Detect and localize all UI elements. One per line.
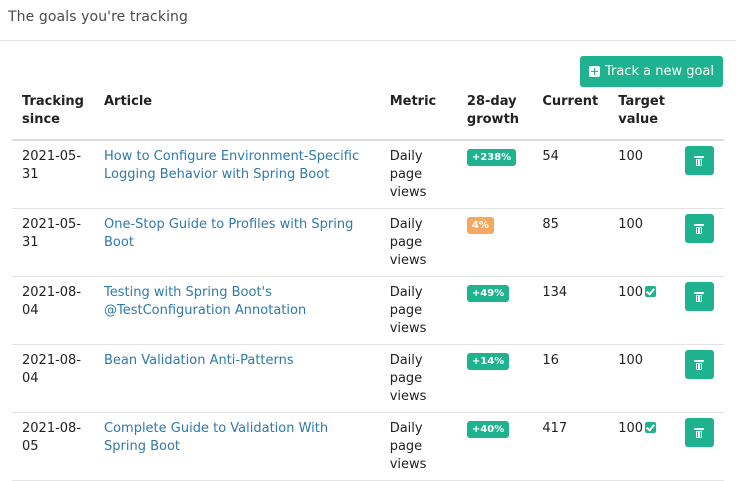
growth-cell: 4%: [456, 208, 533, 277]
column-header-actions: [674, 91, 724, 141]
target-value: 100: [618, 217, 644, 232]
delete-goal-button[interactable]: [684, 146, 714, 175]
growth-cell: +49%: [456, 276, 533, 345]
trash-icon: [694, 156, 705, 166]
article-link[interactable]: Testing with Spring Boot's @TestConfigur…: [104, 285, 306, 318]
growth-badge: 4%: [466, 217, 494, 234]
table-row: 2021-05-31 One-Stop Guide to Profiles wit…: [12, 208, 724, 277]
article-cell: One-Stop Guide to Profiles with Spring B…: [94, 208, 380, 277]
delete-goal-button[interactable]: [684, 350, 714, 379]
delete-goal-button[interactable]: [684, 282, 714, 311]
actions-cell: [674, 208, 724, 277]
actions-cell: [674, 412, 724, 481]
track-new-goal-button[interactable]: Track a new goal: [579, 56, 723, 87]
article-link[interactable]: One-Stop Guide to Profiles with Spring B…: [104, 217, 353, 250]
metric-cell: Daily page views: [379, 140, 457, 209]
growth-badge: +40%: [466, 421, 510, 438]
goals-table: Tracking since Article Metric 28-day gro…: [12, 91, 724, 481]
article-cell: Bean Validation Anti-Patterns: [94, 344, 380, 413]
growth-cell: +40%: [456, 412, 533, 481]
target-value-cell: 100: [608, 344, 675, 413]
target-value-cell: 100: [608, 276, 675, 345]
target-value: 100: [618, 149, 644, 164]
target-value: 100: [618, 353, 644, 368]
article-link[interactable]: Bean Validation Anti-Patterns: [104, 353, 294, 368]
page-header: The goals you're tracking: [0, 0, 736, 41]
article-cell: How to Configure Environment-Specific Lo…: [94, 140, 380, 209]
metric-cell: Daily page views: [379, 412, 457, 481]
current-value-cell: 16: [532, 344, 609, 413]
table-row: 2021-08-05 Complete Guide to Validation W…: [12, 412, 724, 481]
current-value-cell: 85: [532, 208, 609, 277]
checkmark-icon: [645, 422, 657, 433]
actions-cell: [674, 344, 724, 413]
actions-cell: [674, 276, 724, 345]
target-value-cell: 100: [608, 208, 675, 277]
trash-icon: [694, 224, 705, 234]
tracking-since-cell: 2021-05-31: [12, 140, 94, 209]
article-link[interactable]: Complete Guide to Validation With Spring…: [104, 421, 328, 454]
current-value-cell: 54: [532, 140, 609, 209]
trash-icon: [694, 292, 705, 302]
delete-goal-button[interactable]: [684, 214, 714, 243]
column-header-target-value: Target value: [608, 91, 675, 141]
growth-badge: +238%: [466, 149, 517, 166]
column-header-tracking-since: Tracking since: [12, 91, 94, 141]
current-value-cell: 417: [532, 412, 609, 481]
tracking-since-cell: 2021-08-04: [12, 344, 94, 413]
plus-square-icon: [588, 66, 600, 77]
growth-cell: +14%: [456, 344, 533, 413]
table-row: 2021-08-04 Testing with Spring Boot's @Te…: [12, 276, 724, 345]
article-cell: Testing with Spring Boot's @TestConfigur…: [94, 276, 380, 345]
table-row: 2021-08-04 Bean Validation Anti-Patterns D…: [12, 344, 724, 413]
target-value-cell: 100: [608, 140, 675, 209]
target-value: 100: [618, 285, 644, 300]
growth-badge: +14%: [466, 353, 510, 370]
tracking-since-cell: 2021-05-31: [12, 208, 94, 277]
tracking-since-cell: 2021-08-04: [12, 276, 94, 345]
column-header-current: Current: [532, 91, 609, 141]
column-header-metric: Metric: [379, 91, 457, 141]
article-cell: Complete Guide to Validation With Spring…: [94, 412, 380, 481]
checkmark-icon: [645, 286, 657, 297]
delete-goal-button[interactable]: [684, 418, 714, 447]
growth-cell: +238%: [456, 140, 533, 209]
target-value: 100: [618, 421, 644, 436]
goals-table-body: 2021-05-31 How to Configure Environment-S…: [12, 140, 724, 481]
target-value-cell: 100: [608, 412, 675, 481]
current-value-cell: 134: [532, 276, 609, 345]
table-row: 2021-05-31 How to Configure Environment-S…: [12, 140, 724, 209]
growth-badge: +49%: [466, 285, 510, 302]
metric-cell: Daily page views: [379, 208, 457, 277]
column-header-growth: 28-day growth: [456, 91, 533, 141]
article-link[interactable]: How to Configure Environment-Specific Lo…: [104, 149, 359, 182]
metric-cell: Daily page views: [379, 344, 457, 413]
trash-icon: [694, 360, 705, 370]
tracking-since-cell: 2021-08-05: [12, 412, 94, 481]
column-header-article: Article: [94, 91, 380, 141]
track-new-goal-label: Track a new goal: [604, 64, 714, 79]
trash-icon: [694, 428, 705, 438]
actions-cell: [674, 140, 724, 209]
table-header-row: Tracking since Article Metric 28-day gro…: [12, 91, 724, 141]
metric-cell: Daily page views: [379, 276, 457, 345]
page-title: The goals you're tracking: [8, 9, 189, 25]
